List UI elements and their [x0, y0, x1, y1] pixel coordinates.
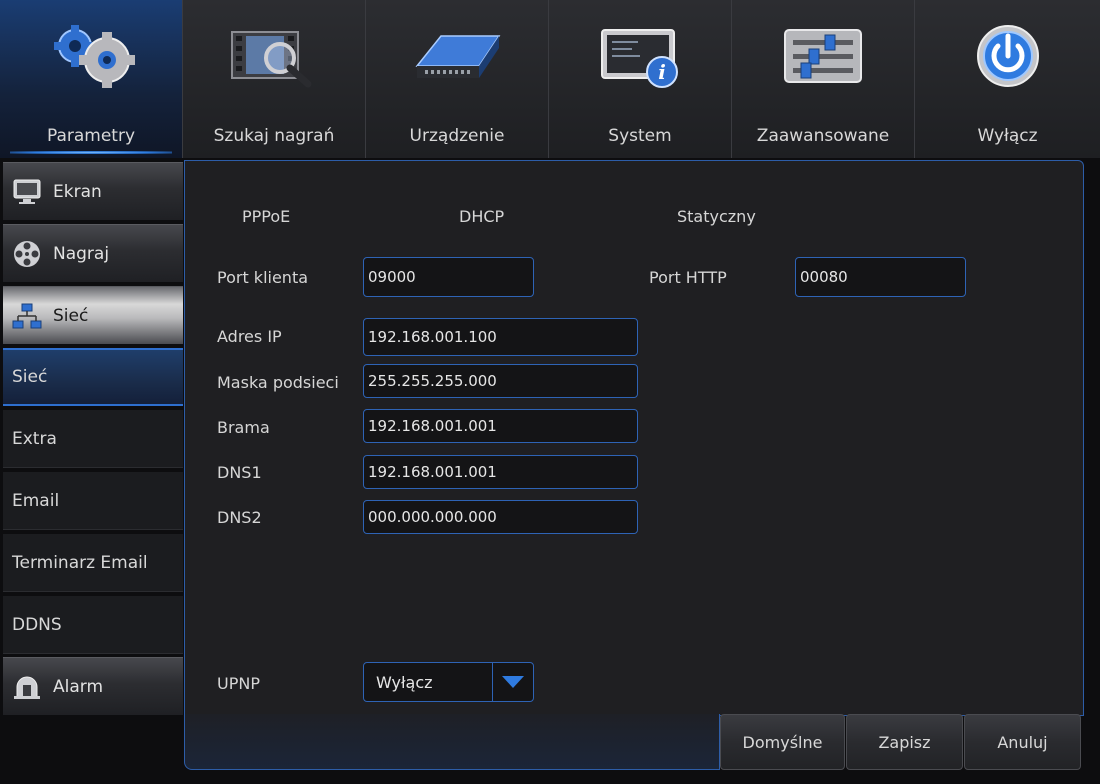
tab-label: System	[608, 126, 672, 146]
panel-footer	[184, 714, 720, 770]
tab-label: Urządzenie	[409, 126, 505, 146]
tab-urzadzenie[interactable]: Urządzenie	[366, 0, 549, 158]
gears-icon	[41, 22, 141, 92]
chevron-down-icon[interactable]	[492, 663, 533, 701]
defaults-button[interactable]: Domyślne	[720, 714, 845, 770]
sidebar-subitem-email[interactable]: Email	[3, 472, 183, 530]
tab-wylacz[interactable]: Wyłącz	[915, 0, 1100, 158]
alarm-bell-icon	[11, 671, 43, 703]
sliders-icon	[773, 22, 873, 92]
http-port-field[interactable]	[795, 257, 966, 297]
upnp-label: UPNP	[217, 674, 260, 693]
cancel-button[interactable]: Anuluj	[964, 714, 1081, 770]
dns2-field[interactable]	[363, 500, 638, 534]
sidebar-item-label: Alarm	[53, 676, 104, 697]
sidebar-item-siec[interactable]: Sieć	[3, 286, 183, 344]
tab-zaawansowane[interactable]: Zaawansowane	[732, 0, 915, 158]
ip-address-field[interactable]	[363, 318, 638, 356]
top-navigation: Parametry Szukaj nagrań Urządzenie i Sys…	[0, 0, 1100, 160]
film-search-icon	[224, 22, 324, 92]
sidebar-item-label: Ekran	[53, 181, 102, 202]
gateway-label: Brama	[217, 418, 270, 437]
sidebar-item-alarm[interactable]: Alarm	[3, 657, 183, 715]
sidebar-subitem-label: Extra	[12, 428, 57, 449]
subnet-mask-label: Maska podsieci	[217, 373, 339, 392]
mode-pppoe[interactable]: PPPoE	[242, 207, 290, 226]
dns1-field[interactable]	[363, 455, 638, 489]
sidebar-subitem-label: Sieć	[12, 367, 48, 387]
sidebar-item-ekran[interactable]: Ekran	[3, 162, 183, 220]
save-button[interactable]: Zapisz	[846, 714, 963, 770]
mode-dhcp[interactable]: DHCP	[459, 207, 504, 226]
hard-drive-icon	[407, 22, 507, 92]
upnp-selected-value: Wyłącz	[376, 672, 433, 692]
sidebar: Ekran Nagraj Sieć Sieć Extra Email Termi…	[0, 160, 184, 780]
ip-address-label: Adres IP	[217, 327, 282, 346]
tab-szukaj-nagran[interactable]: Szukaj nagrań	[183, 0, 366, 158]
sidebar-subitem-label: Email	[12, 490, 60, 511]
sidebar-subitem-ddns[interactable]: DDNS	[3, 596, 183, 654]
client-port-field[interactable]	[363, 257, 534, 297]
dns2-label: DNS2	[217, 508, 262, 527]
sidebar-item-nagraj[interactable]: Nagraj	[3, 224, 183, 282]
tab-system[interactable]: i System	[549, 0, 732, 158]
subnet-mask-field[interactable]	[363, 364, 638, 398]
tab-label: Szukaj nagrań	[213, 126, 335, 146]
tab-label: Parametry	[46, 126, 136, 146]
sidebar-subitem-terminarz-email[interactable]: Terminarz Email	[3, 534, 183, 592]
dns1-label: DNS1	[217, 463, 262, 482]
monitor-info-icon: i	[590, 22, 690, 92]
sidebar-subitem-siec[interactable]: Sieć	[3, 348, 183, 406]
svg-text:i: i	[658, 60, 666, 84]
sidebar-item-label: Nagraj	[53, 243, 110, 264]
gateway-field[interactable]	[363, 409, 638, 443]
sidebar-subitem-label: DDNS	[12, 614, 62, 635]
tab-label: Wyłącz	[977, 126, 1038, 146]
tab-parametry[interactable]: Parametry	[0, 0, 183, 158]
sidebar-subitem-extra[interactable]: Extra	[3, 410, 183, 468]
network-icon	[11, 300, 43, 332]
film-reel-icon	[11, 238, 43, 270]
power-icon	[958, 22, 1058, 92]
tab-label: Zaawansowane	[756, 126, 890, 146]
sidebar-item-label: Sieć	[53, 305, 89, 326]
monitor-icon	[11, 176, 43, 208]
upnp-dropdown[interactable]: Wyłącz	[363, 662, 534, 702]
mode-static[interactable]: Statyczny	[677, 207, 756, 226]
http-port-label: Port HTTP	[649, 268, 727, 287]
sidebar-subitem-label: Terminarz Email	[12, 552, 148, 573]
client-port-label: Port klienta	[217, 268, 309, 287]
